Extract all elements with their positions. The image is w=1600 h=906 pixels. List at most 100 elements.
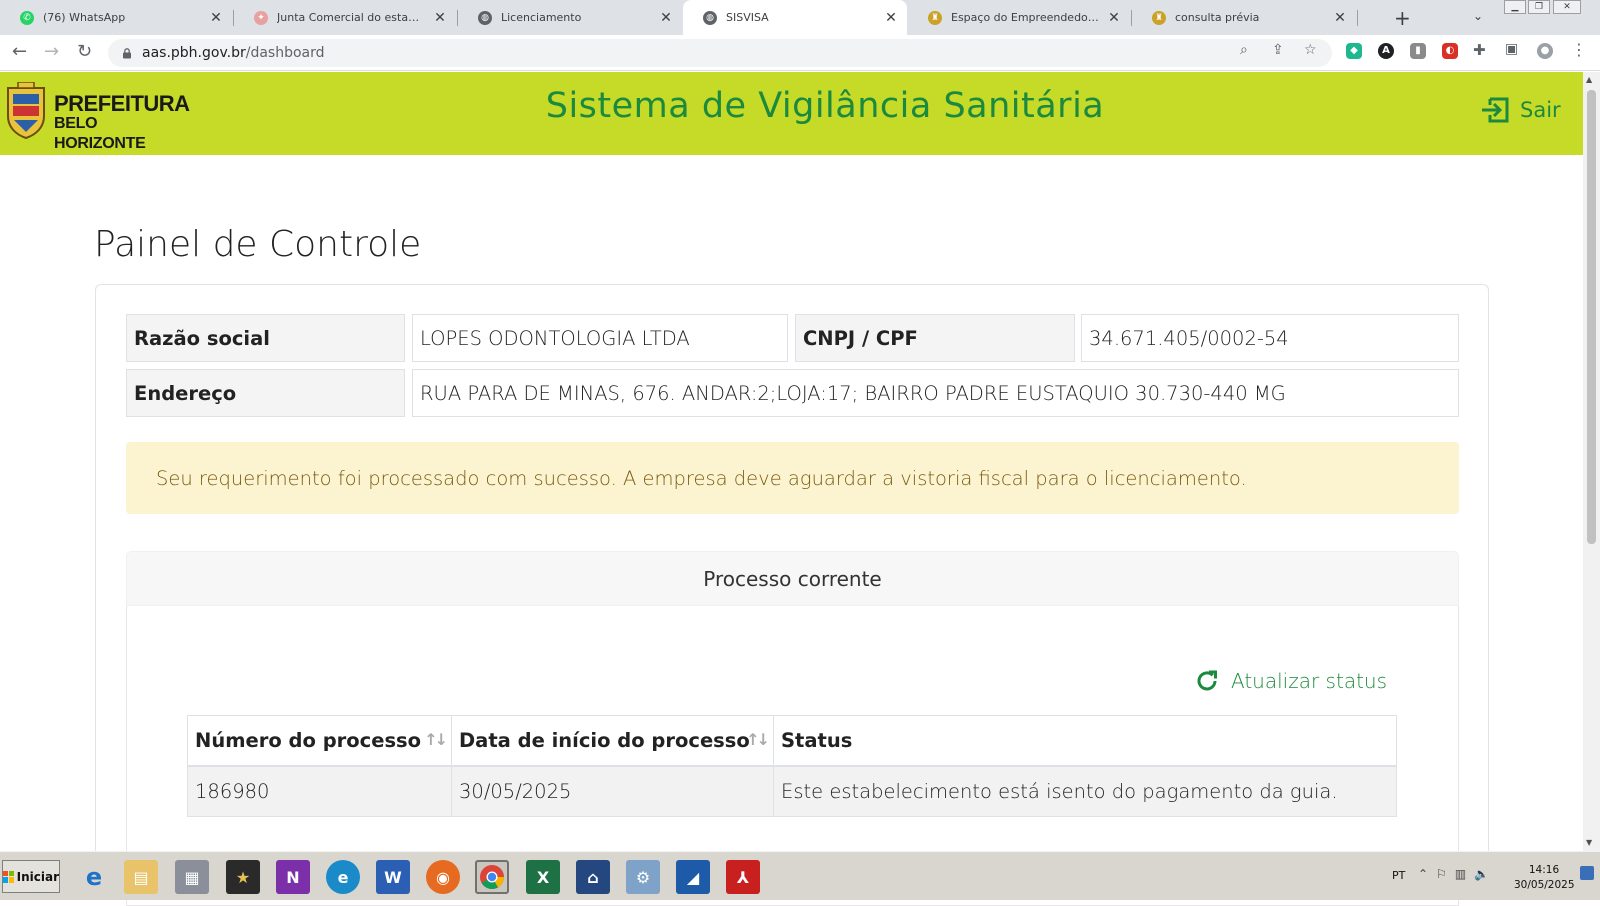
tab-title: Junta Comercial do estado de Minas: [277, 11, 426, 24]
cnpj-label: CNPJ / CPF: [795, 314, 1075, 362]
endereco-value: RUA PARA DE MINAS, 676. ANDAR:2;LOJA:17;…: [412, 369, 1459, 417]
globe-icon: ◍: [478, 10, 492, 25]
whatsapp-icon: ✆: [20, 10, 34, 25]
scroll-up-icon[interactable]: ▲: [1586, 75, 1592, 84]
extension-icon[interactable]: ◆: [1346, 43, 1362, 59]
table-header-row: Número do processo ↑↓ Data de início do …: [187, 715, 1397, 767]
clock-time: 14:16: [1528, 864, 1560, 876]
tab-whatsapp[interactable]: ✆ (76) WhatsApp ✕: [0, 0, 232, 35]
show-desktop-icon[interactable]: [1580, 866, 1594, 880]
side-panel-icon[interactable]: ▣: [1505, 41, 1518, 57]
system-tray-icons[interactable]: ⌃⚐▥🔈: [1418, 867, 1497, 881]
column-header-start-date[interactable]: Data de início do processo ↑↓: [451, 715, 774, 767]
edge-icon[interactable]: e: [326, 860, 360, 894]
tab-sisvisa[interactable]: ◍ SISVISA ✕: [683, 0, 907, 35]
windows-logo-icon: [3, 870, 14, 883]
file-explorer-icon[interactable]: ▤: [124, 860, 158, 894]
page-title: Painel de Controle: [94, 224, 422, 265]
excel-icon[interactable]: X: [526, 860, 560, 894]
acrobat-icon[interactable]: ⅄: [726, 860, 760, 894]
browser-toolbar: ← → ↻ aas.pbh.gov.br/dashboard ⌕ ⇪ ☆ ◆ A…: [0, 35, 1600, 71]
scrollbar-thumb[interactable]: [1587, 90, 1596, 544]
junta-comercial-icon: ✦: [254, 10, 268, 25]
tab-espaco-empreendedor[interactable]: ♜ Espaço do Empreendedor - Alvará ✕: [908, 0, 1130, 35]
tab-consulta-previa[interactable]: ♜ consulta prévia ✕: [1132, 0, 1356, 35]
address-bar[interactable]: aas.pbh.gov.br/dashboard: [108, 39, 1332, 67]
new-tab-button[interactable]: +: [1394, 6, 1411, 30]
clock-date: 30/05/2025: [1514, 879, 1575, 891]
extension-icon[interactable]: ◐: [1442, 43, 1458, 59]
current-process-header: Processo corrente: [126, 551, 1459, 606]
close-icon[interactable]: ✕: [432, 10, 448, 26]
language-indicator[interactable]: PT: [1392, 869, 1405, 882]
column-header-status: Status: [773, 715, 1397, 767]
app-icon[interactable]: ◢: [676, 860, 710, 894]
start-button[interactable]: Iniciar: [2, 860, 60, 893]
system-clock[interactable]: 14:16 30/05/2025: [1514, 863, 1575, 893]
site-title: Sistema de Vigilância Sanitária: [545, 86, 1105, 126]
onenote-icon[interactable]: N: [276, 860, 310, 894]
sort-icon[interactable]: ↑↓: [746, 730, 770, 749]
cnpj-value: 34.671.405/0002-54: [1081, 314, 1459, 362]
share-icon[interactable]: ⇪: [1272, 42, 1284, 58]
close-icon[interactable]: ✕: [658, 10, 674, 26]
computer-icon[interactable]: ▦: [175, 860, 209, 894]
close-icon[interactable]: ✕: [1106, 10, 1122, 26]
refresh-status-label: Atualizar status: [1231, 669, 1388, 693]
tab-title: SISVISA: [726, 11, 769, 24]
logout-button[interactable]: Sair: [1480, 96, 1561, 124]
chrome-logo-icon: [480, 865, 504, 890]
pbh-crest-icon: ♜: [1152, 10, 1166, 25]
tab-junta-comercial[interactable]: ✦ Junta Comercial do estado de Minas ✕: [234, 0, 456, 35]
zoom-icon[interactable]: ⌕: [1240, 42, 1248, 58]
lock-icon: [123, 47, 131, 58]
process-table: Número do processo ↑↓ Data de início do …: [187, 715, 1397, 817]
globe-icon: ◍: [703, 10, 717, 25]
alert-message: Seu requerimento foi processado com suce…: [156, 466, 1247, 490]
tab-licenciamento[interactable]: ◍ Licenciamento ✕: [458, 0, 682, 35]
reload-icon[interactable]: ↻: [77, 41, 92, 62]
url-text: aas.pbh.gov.br/dashboard: [142, 45, 325, 61]
settings-icon[interactable]: ⚙: [626, 860, 660, 894]
restore-window-icon[interactable]: ❐: [1528, 0, 1550, 14]
forward-icon[interactable]: →: [44, 41, 59, 62]
app-icon[interactable]: ★: [226, 860, 260, 894]
column-header-process-number[interactable]: Número do processo ↑↓: [187, 715, 452, 767]
minimize-window-icon[interactable]: ▁: [1504, 0, 1526, 14]
back-icon[interactable]: ←: [12, 41, 27, 62]
internet-explorer-icon[interactable]: e: [77, 860, 111, 894]
table-row: 186980 30/05/2025 Este estabelecimento e…: [187, 765, 1397, 817]
logout-label: Sair: [1520, 98, 1561, 122]
bookmark-star-icon[interactable]: ☆: [1304, 42, 1317, 58]
refresh-status-button[interactable]: Atualizar status: [1194, 668, 1387, 694]
more-menu-icon[interactable]: ⋮: [1571, 40, 1587, 59]
sort-icon[interactable]: ↑↓: [424, 730, 448, 749]
receita-app-icon[interactable]: ⌂: [576, 860, 610, 894]
razao-social-value: LOPES ODONTOLOGIA LTDA: [412, 314, 788, 362]
close-icon[interactable]: ✕: [1332, 10, 1348, 26]
tab-title: consulta prévia: [1175, 11, 1260, 24]
tab-search-button[interactable]: ⌄: [1473, 9, 1483, 23]
extension-icon[interactable]: A: [1378, 43, 1394, 59]
close-icon[interactable]: ✕: [883, 10, 899, 26]
tab-title: Licenciamento: [501, 11, 582, 24]
page-scrollbar[interactable]: ▲ ▼: [1583, 72, 1600, 851]
puzzle-icon[interactable]: ✚: [1473, 41, 1486, 59]
firefox-icon[interactable]: ◉: [426, 860, 460, 894]
logout-icon: [1482, 97, 1509, 123]
extension-icon[interactable]: ▮: [1410, 43, 1426, 59]
profile-avatar-icon[interactable]: ●: [1537, 43, 1553, 59]
refresh-icon: [1197, 670, 1217, 691]
razao-social-label: Razão social: [126, 314, 405, 362]
site-header: PREFEITURA BELO HORIZONTE Sistema de Vig…: [0, 72, 1583, 155]
pbh-crest-icon: ♜: [928, 10, 942, 25]
close-icon[interactable]: ✕: [208, 10, 224, 26]
scroll-down-icon[interactable]: ▼: [1586, 838, 1592, 847]
close-window-icon[interactable]: ✕: [1553, 0, 1581, 14]
tab-title: Espaço do Empreendedor - Alvará: [951, 11, 1100, 24]
word-icon[interactable]: W: [376, 860, 410, 894]
status-cell: Este estabelecimento está isento do paga…: [773, 765, 1397, 817]
os-taskbar: Iniciar e ▤ ▦ ★ N e W ◉ X ⌂ ⚙ ◢ ⅄ PT ⌃⚐▥…: [0, 851, 1600, 900]
endereco-label: Endereço: [126, 369, 405, 417]
chrome-icon[interactable]: [475, 860, 509, 894]
